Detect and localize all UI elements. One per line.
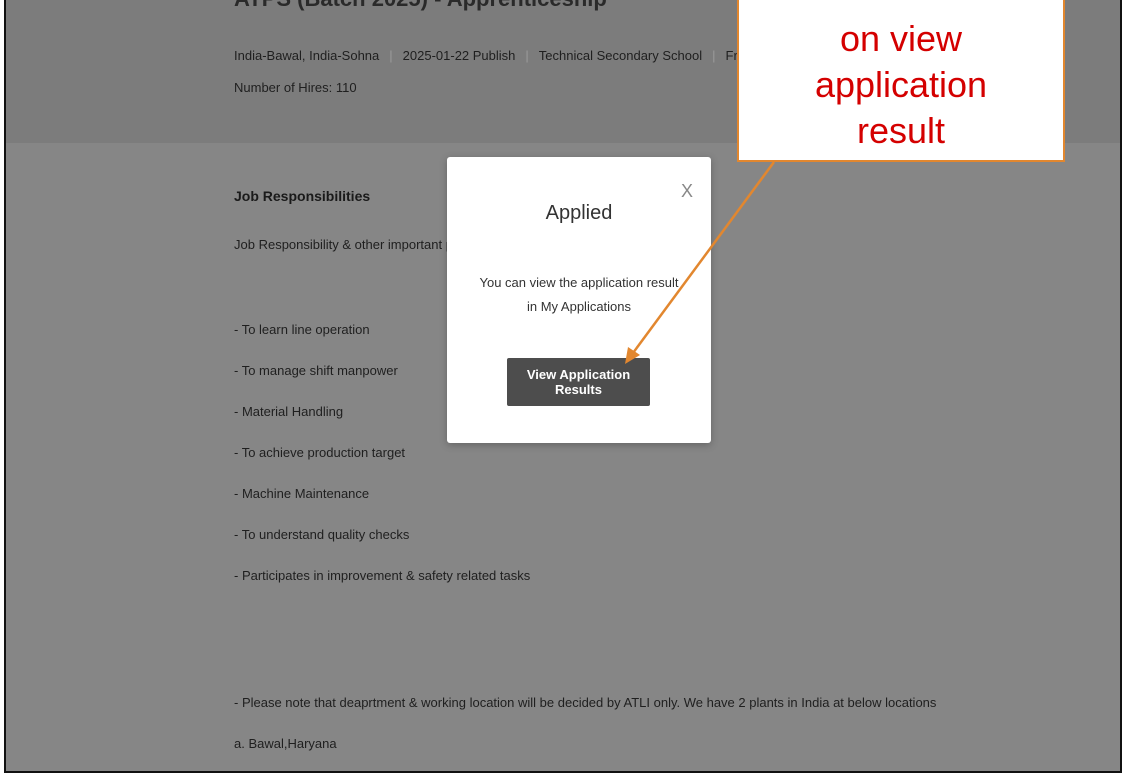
- modal-title: Applied: [545, 202, 613, 224]
- callout-line: result: [856, 110, 946, 151]
- applied-modal: X Applied You can view the application r…: [447, 157, 711, 443]
- callout-text: on view application result: [739, 0, 1063, 154]
- callout-line: on view: [839, 18, 963, 59]
- responsibility-item: - Material Handling: [234, 404, 344, 419]
- meta-education: Technical Secondary School: [538, 48, 703, 63]
- modal-message: You can view the application result in M…: [479, 275, 679, 314]
- close-icon[interactable]: X: [681, 181, 693, 202]
- location-bawal: a. Bawal,Haryana: [234, 736, 337, 751]
- meta-separator: |: [389, 48, 393, 63]
- responsibility-item: - Machine Maintenance: [234, 486, 370, 501]
- meta-separator: |: [712, 48, 716, 63]
- location-note: - Please note that deaprtment & working …: [234, 695, 937, 710]
- responsibility-item: - To understand quality checks: [234, 527, 410, 542]
- view-application-results-button[interactable]: View Application Results: [507, 358, 650, 406]
- responsibility-item: - To manage shift manpower: [234, 363, 398, 378]
- callout-line: application: [814, 64, 988, 105]
- responsibility-item: - To learn line operation: [234, 322, 370, 337]
- job-title: ATPS (Batch 2025) - Apprenticeship: [234, 0, 607, 12]
- meta-separator: |: [525, 48, 529, 63]
- meta-location: India-Bawal, India-Sohna: [234, 48, 380, 63]
- section-title-responsibilities: Job Responsibilities: [234, 188, 371, 204]
- responsibilities-intro: Job Responsibility & other important poi…: [234, 237, 474, 252]
- meta-publish-date: 2025-01-22 Publish: [402, 48, 516, 63]
- annotation-callout: on view application result: [737, 0, 1065, 162]
- job-meta: India-Bawal, India-Sohna | 2025-01-22 Pu…: [234, 48, 794, 63]
- number-of-hires: Number of Hires: 110: [234, 80, 357, 95]
- responsibility-item: - To achieve production target: [234, 445, 406, 460]
- responsibility-item: - Participates in improvement & safety r…: [234, 568, 531, 583]
